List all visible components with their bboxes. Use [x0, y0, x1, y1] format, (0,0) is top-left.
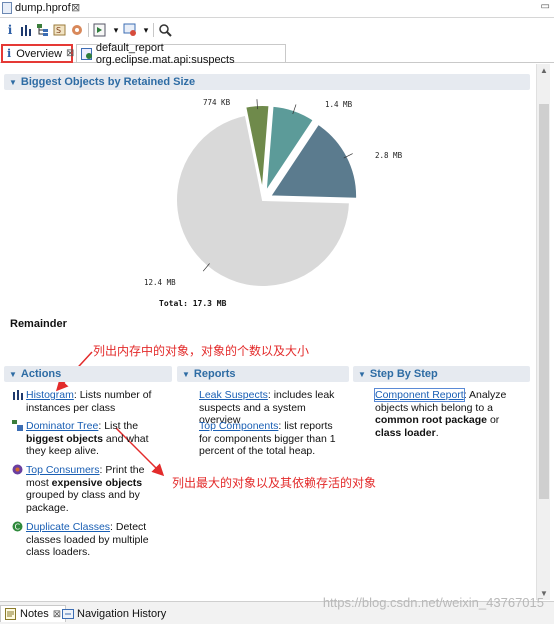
- svg-text:S: S: [56, 26, 61, 35]
- editor-titlebar: dump.hprof ⊠ ▭: [0, 0, 554, 18]
- heap-dump-file-icon: [2, 2, 12, 14]
- close-tab-icon[interactable]: ⊠: [66, 48, 74, 59]
- tab-default-report[interactable]: default_report org.eclipse.mat.api:suspe…: [76, 42, 286, 66]
- top-components-link[interactable]: Top Components: [199, 420, 278, 432]
- collapse-icon: ▼: [182, 369, 190, 379]
- slice-label: 774 KB: [203, 98, 231, 107]
- notes-icon: [5, 608, 16, 620]
- toolbar-separator: [153, 23, 154, 37]
- toolbar-separator: [88, 23, 89, 37]
- tab-navigation-history[interactable]: Navigation History: [62, 605, 166, 622]
- step-component-report: Component Report: Analyze objects which …: [374, 388, 525, 439]
- annotation-top: 列出内存中的对象，对象的个数以及大小: [93, 344, 310, 358]
- action-description: grouped by class and by package.: [26, 489, 140, 514]
- histogram-icon[interactable]: [18, 22, 34, 38]
- duplicate-classes-icon: C: [12, 521, 23, 532]
- top-consumers-link[interactable]: Top Consumers: [26, 464, 100, 476]
- tab-label: default_report org.eclipse.mat.api:suspe…: [95, 42, 235, 66]
- biggest-objects-header[interactable]: ▼ Biggest Objects by Retained Size: [4, 74, 530, 90]
- sql-query-icon[interactable]: S: [52, 22, 68, 38]
- tab-label: Overview: [16, 47, 63, 60]
- remainder-label: Remainder: [10, 318, 67, 330]
- search-icon[interactable]: [157, 22, 173, 38]
- pie-total: Total: 17.3 MB: [159, 299, 227, 308]
- tab-overview[interactable]: i Overview ⊠: [1, 44, 74, 63]
- slice-label: 1.4 MB: [325, 100, 353, 109]
- heap-dump-overview-icon[interactable]: [69, 22, 85, 38]
- retained-size-pie-chart: [175, 99, 359, 288]
- query-browser-dropdown-icon[interactable]: ▾: [138, 22, 154, 38]
- section-title: Biggest Objects by Retained Size: [20, 76, 196, 88]
- scroll-up-icon[interactable]: ▲: [540, 66, 548, 75]
- tab-label: Notes: [20, 608, 49, 620]
- reports-header[interactable]: ▼ Reports: [177, 366, 349, 382]
- section-title: Actions: [20, 368, 62, 380]
- action-description: : List the: [98, 420, 139, 432]
- editor-title[interactable]: dump.hprof: [15, 2, 71, 14]
- action-top-consumers: Top Consumers: Print the most expensive …: [26, 464, 154, 514]
- watermark: https://blog.csdn.net/weixin_43767015: [322, 595, 544, 610]
- histogram-icon: [13, 390, 23, 400]
- duplicate-classes-link[interactable]: Duplicate Classes: [26, 521, 110, 533]
- collapse-icon: ▼: [9, 369, 17, 379]
- histogram-link[interactable]: Histogram: [26, 389, 74, 401]
- query-browser-icon[interactable]: [122, 22, 138, 38]
- step-description: or: [487, 414, 500, 426]
- info-icon[interactable]: i: [2, 22, 18, 38]
- collapse-icon: ▼: [9, 77, 17, 87]
- action-histogram: Histogram: Lists number of instances per…: [26, 389, 154, 414]
- slice-label: 2.8 MB: [375, 151, 403, 160]
- step-emphasis: common root package: [375, 414, 488, 426]
- slice-label: 12.4 MB: [144, 278, 176, 287]
- svg-text:C: C: [15, 523, 21, 532]
- tab-notes[interactable]: Notes ⊠: [0, 605, 67, 622]
- close-tab-icon[interactable]: ⊠: [53, 609, 61, 620]
- section-title: Step By Step: [369, 368, 438, 380]
- component-report-link[interactable]: Component Report: [374, 388, 465, 402]
- info-icon: i: [7, 47, 12, 60]
- step-emphasis: class loader: [375, 426, 436, 439]
- dominator-tree-icon[interactable]: [35, 22, 51, 38]
- report-top-components: Top Components: list reports for compone…: [199, 420, 337, 458]
- close-editor-icon[interactable]: ⊠: [71, 1, 80, 14]
- editor-tabs: i Overview ⊠ default_report org.eclipse.…: [0, 42, 554, 66]
- action-emphasis: biggest objects: [26, 432, 104, 445]
- run-report-icon[interactable]: [92, 22, 108, 38]
- action-dominator-tree: Dominator Tree: List the biggest objects…: [26, 420, 154, 458]
- action-duplicate-classes: Duplicate Classes: Detect classes loaded…: [26, 521, 154, 559]
- navigation-history-icon: [62, 608, 74, 619]
- tab-label: Navigation History: [77, 607, 167, 620]
- maximize-icon[interactable]: ▭: [541, 1, 550, 12]
- collapse-icon: ▼: [358, 369, 366, 379]
- section-title: Reports: [193, 368, 236, 380]
- step-description: .: [435, 426, 439, 439]
- dominator-tree-icon: [12, 420, 23, 431]
- leak-suspects-link[interactable]: Leak Suspects: [199, 389, 268, 401]
- annotation-middle: 列出最大的对象以及其依赖存活的对象: [172, 476, 377, 490]
- action-emphasis: expensive objects: [51, 476, 143, 489]
- editor-toolbar: i S ▾ ▾: [0, 19, 554, 41]
- top-consumers-icon: [12, 464, 23, 475]
- report-icon: [81, 48, 92, 60]
- actions-header[interactable]: ▼ Actions: [4, 366, 172, 382]
- step-by-step-header[interactable]: ▼ Step By Step: [353, 366, 530, 382]
- dominator-tree-link[interactable]: Dominator Tree: [26, 420, 98, 432]
